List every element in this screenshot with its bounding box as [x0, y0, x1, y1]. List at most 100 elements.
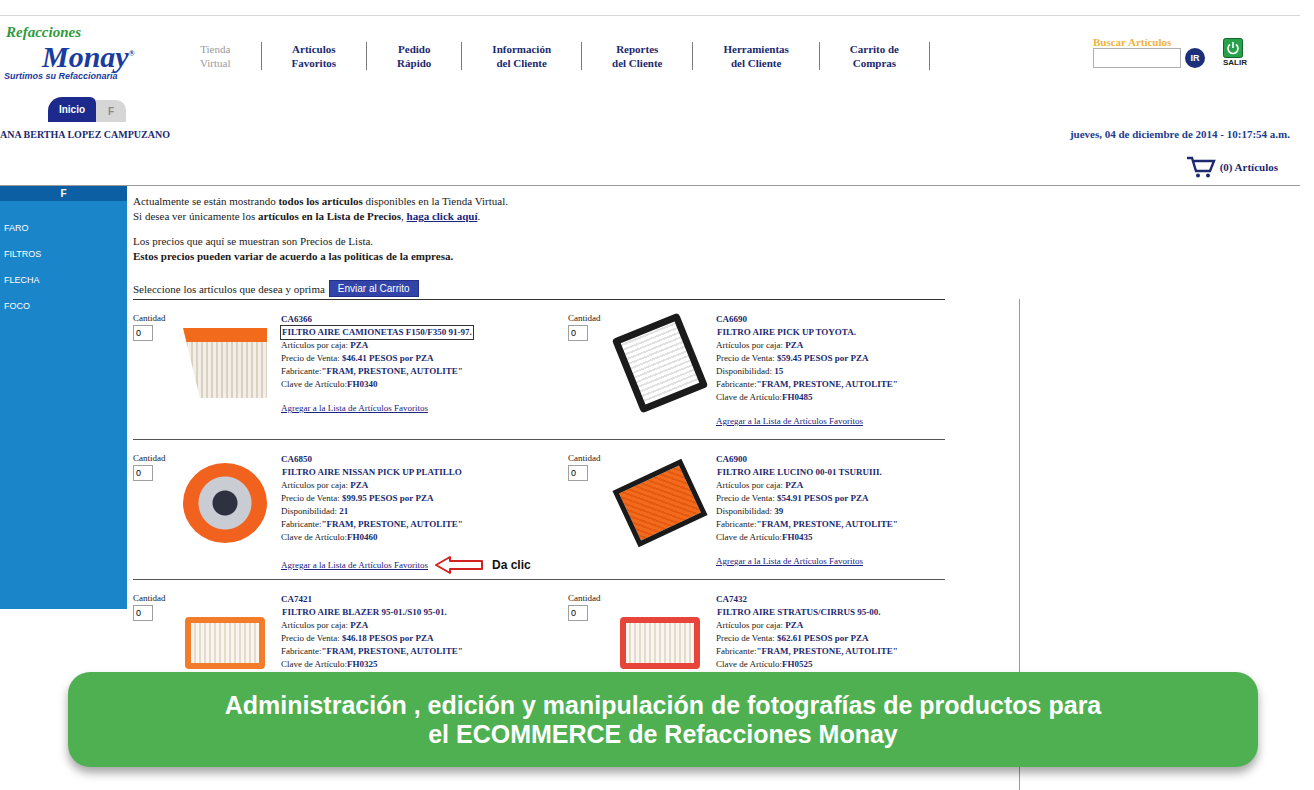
quantity-input[interactable] — [568, 605, 588, 621]
product-code: CA7432 — [716, 593, 898, 606]
sidebar-item[interactable]: FLECHA — [0, 267, 127, 293]
search-input[interactable] — [1093, 48, 1181, 68]
logo-mark: ® — [129, 49, 135, 58]
product-detail: Precio de Venta: $46.18 PESOS por PZA — [281, 632, 463, 645]
tab[interactable]: F — [96, 100, 126, 122]
annotation-text: Da clic — [492, 559, 531, 572]
nav-item[interactable]: ArtículosFavoritos — [262, 42, 368, 70]
product-card: Cantidad CA6900FILTRO AIRE LUCINO 00-01 T… — [568, 440, 945, 580]
exit-button[interactable]: SALIR — [1223, 38, 1247, 67]
product-name: FILTRO AIRE NISSAN PICK UP PLATILLO — [281, 466, 463, 479]
tab[interactable]: Inicio — [48, 97, 96, 122]
notice-text: . — [477, 210, 480, 222]
product-image — [620, 617, 700, 669]
product-detail: Clave de Artículo:FH0325 — [281, 658, 463, 671]
product-detail: Precio de Venta: $62.61 PESOS por PZA — [716, 632, 898, 645]
nav-item[interactable]: TiendaVirtual — [190, 42, 262, 70]
quantity-label: Cantidad — [568, 593, 612, 603]
product-code: CA6690 — [716, 313, 898, 326]
notice-text: disponibles en la Tienda Virtual. — [363, 195, 508, 207]
search-button[interactable]: IR — [1185, 48, 1205, 68]
favorite-row: Agregar a la Lista de Artículos Favorito… — [281, 402, 473, 415]
logo-main-text: Monay® — [2, 40, 190, 71]
search-box: Buscar ArtículosIR — [1093, 36, 1205, 68]
product-card: CantidadCA6690FILTRO AIRE PICK UP TOYOTA… — [568, 300, 945, 440]
product-detail: Artículos por caja: PZA — [716, 479, 898, 492]
quantity-label: Cantidad — [133, 453, 177, 463]
quantity-input[interactable] — [133, 465, 153, 481]
quantity-column: Cantidad — [568, 453, 612, 579]
product-detail: Fabricante:"FRAM, PRESTONE, AUTOLITE" — [716, 378, 898, 391]
product-detail: Fabricante:"FRAM, PRESTONE, AUTOLITE" — [281, 365, 473, 378]
price-list-link[interactable]: haga click aquí — [407, 210, 478, 222]
notice-text: Los precios que aquí se muestran son Pre… — [133, 235, 373, 247]
exit-label: SALIR — [1223, 58, 1247, 67]
sidebar-item[interactable]: FOCO — [0, 293, 127, 319]
product-detail: Precio de Venta: $59.45 PESOS por PZA — [716, 352, 898, 365]
banner-line: Administración , edición y manipulación … — [225, 691, 1102, 720]
product-photo — [612, 317, 708, 409]
nav-item[interactable]: Herramientasdel Cliente — [693, 42, 819, 70]
sidebar-header: F — [0, 186, 127, 201]
quantity-column: Cantidad — [133, 313, 177, 439]
notice-text: artículos en la Lista de Precios — [258, 210, 401, 222]
product-detail: Fabricante:"FRAM, PRESTONE, AUTOLITE" — [716, 645, 898, 658]
quantity-column: Cantidad — [568, 313, 612, 439]
product-name: FILTRO AIRE LUCINO 00-01 TSURUIII. — [716, 466, 883, 479]
nav-item[interactable]: Reportesdel Cliente — [582, 42, 693, 70]
product-info: CA6900FILTRO AIRE LUCINO 00-01 TSURUIII.… — [708, 453, 898, 579]
send-to-cart-button[interactable]: Enviar al Carrito — [329, 280, 419, 297]
notice-line: Estos precios pueden variar de acuerdo a… — [133, 249, 1020, 264]
product-detail: Disponibilidad: 15 — [716, 365, 898, 378]
quantity-input[interactable] — [133, 605, 153, 621]
logo-top-text: Refacciones — [2, 24, 190, 40]
product-detail: Artículos por caja: PZA — [716, 339, 898, 352]
add-favorite-link[interactable]: Agregar a la Lista de Artículos Favorito… — [716, 555, 863, 568]
notice-text: Estos precios pueden variar de acuerdo a… — [133, 250, 453, 262]
quantity-input[interactable] — [568, 465, 588, 481]
product-card: Cantidad CA6366FILTRO AIRE CAMIONETAS F15… — [133, 300, 568, 440]
product-info: CA6366FILTRO AIRE CAMIONETAS F150/F350 9… — [273, 313, 473, 439]
sidebar-item[interactable]: FARO — [0, 215, 127, 241]
product-code: CA7421 — [281, 593, 463, 606]
product-detail: Fabricante:"FRAM, PRESTONE, AUTOLITE" — [281, 645, 463, 658]
product-code: CA6366 — [281, 313, 473, 326]
banner-line: el ECOMMERCE de Refacciones Monay — [428, 720, 898, 749]
quantity-input[interactable] — [568, 325, 588, 341]
add-favorite-link[interactable]: Agregar a la Lista de Artículos Favorito… — [716, 415, 863, 428]
product-photo — [177, 457, 273, 549]
add-favorite-link[interactable]: Agregar a la Lista de Artículos Favorito… — [281, 402, 428, 415]
main-nav: TiendaVirtualArtículosFavoritosPedidoRáp… — [190, 42, 1045, 70]
user-name: ANA BERTHA LOPEZ CAMPUZANO — [0, 129, 170, 140]
notice-text: Si desea ver únicamente los — [133, 210, 258, 222]
caption-banner: Administración , edición y manipulación … — [68, 672, 1258, 767]
product-card: Cantidad CA6850FILTRO AIRE NISSAN PICK UP… — [133, 440, 568, 580]
cart-summary[interactable]: (0) Artículos — [0, 154, 1278, 180]
notice-text: todos los artículos — [278, 195, 362, 207]
nav-item[interactable]: Carrito deCompras — [820, 42, 930, 70]
product-image — [185, 617, 265, 669]
quantity-input[interactable] — [133, 325, 153, 341]
product-detail: Disponibilidad: 21 — [281, 505, 531, 518]
product-detail: Precio de Venta: $54.91 PESOS por PZA — [716, 492, 898, 505]
product-code: CA6850 — [281, 453, 531, 466]
product-detail: Precio de Venta: $46.41 PESOS por PZA — [281, 352, 473, 365]
product-detail: Precio de Venta: $99.95 PESOS por PZA — [281, 492, 531, 505]
product-image — [612, 459, 707, 547]
quantity-label: Cantidad — [133, 593, 177, 603]
logo-tagline: Surtimos su Refaccionaria — [2, 71, 190, 81]
nav-item[interactable]: Informacióndel Cliente — [462, 42, 582, 70]
product-name: FILTRO AIRE CAMIONETAS F150/F350 91-97. — [281, 326, 473, 339]
product-detail: Fabricante:"FRAM, PRESTONE, AUTOLITE" — [716, 518, 898, 531]
product-detail: Artículos por caja: PZA — [716, 619, 898, 632]
notice-line: Actualmente se están mostrando todos los… — [133, 194, 1020, 209]
quantity-column: Cantidad — [133, 453, 177, 579]
logo[interactable]: RefaccionesMonay®Surtimos su Refaccionar… — [0, 16, 190, 81]
product-detail: Clave de Artículo:FH0340 — [281, 378, 473, 391]
nav-item[interactable]: PedidoRápido — [367, 42, 462, 70]
favorite-row: Agregar a la Lista de Artículos Favorito… — [281, 555, 531, 575]
left-arrow-icon — [434, 555, 484, 575]
sidebar-item[interactable]: FILTROS — [0, 241, 127, 267]
annotation: Da clic — [434, 555, 531, 575]
add-favorite-link[interactable]: Agregar a la Lista de Artículos Favorito… — [281, 559, 428, 572]
